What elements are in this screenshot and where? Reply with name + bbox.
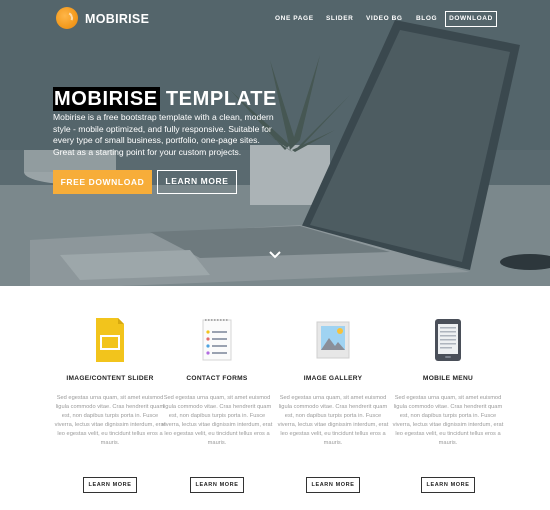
hero-learn-more-button[interactable]: LEARN MORE xyxy=(157,170,237,194)
feature-text: Sed egestas urna quam, sit amet euismod … xyxy=(54,395,166,446)
list-icon xyxy=(202,319,232,361)
hero-title-highlight: MOBIRISE xyxy=(53,87,160,111)
document-icon xyxy=(96,318,124,362)
hero-section: MOBIRISE ONE PAGE SLIDER VIDEO BG BLOG D… xyxy=(0,0,550,286)
brand-name[interactable]: MOBIRISE xyxy=(85,12,149,26)
ebook-reader-icon xyxy=(435,319,461,361)
feature-title: IMAGE/CONTENT SLIDER xyxy=(66,375,154,382)
nav-download-button[interactable]: DOWNLOAD xyxy=(445,11,497,27)
nav-link-blog[interactable]: BLOG xyxy=(416,15,437,22)
feature-text: Sed egestas urna quam, sit amet euismod … xyxy=(277,395,389,446)
nav-link-slider[interactable]: SLIDER xyxy=(326,15,353,22)
feature-text: Sed egestas urna quam, sit amet euismod … xyxy=(392,395,504,446)
hero-description: Mobirise is a free bootstrap template wi… xyxy=(53,112,274,157)
free-download-button[interactable]: FREE DOWNLOAD xyxy=(53,170,152,194)
feature-title: MOBILE MENU xyxy=(422,375,474,382)
image-icon xyxy=(316,321,350,359)
learn-more-button[interactable]: LEARN MORE xyxy=(190,477,244,493)
nav-link-video-bg[interactable]: VIDEO BG xyxy=(366,15,403,22)
chevron-down-icon[interactable] xyxy=(268,250,282,260)
feature-title: IMAGE GALLERY xyxy=(303,375,363,382)
feature-text: Sed egestas urna quam, sit amet euismod … xyxy=(161,395,273,446)
learn-more-button[interactable]: LEARN MORE xyxy=(83,477,137,493)
feature-title: CONTACT FORMS xyxy=(186,375,248,382)
logo-icon[interactable] xyxy=(56,7,78,29)
learn-more-button[interactable]: LEARN MORE xyxy=(421,477,475,493)
learn-more-button[interactable]: LEARN MORE xyxy=(306,477,360,493)
nav-link-one-page[interactable]: ONE PAGE xyxy=(275,15,314,22)
hero-title-rest: TEMPLATE xyxy=(159,88,277,110)
hero-title: MOBIRISE TEMPLATE xyxy=(53,87,277,111)
